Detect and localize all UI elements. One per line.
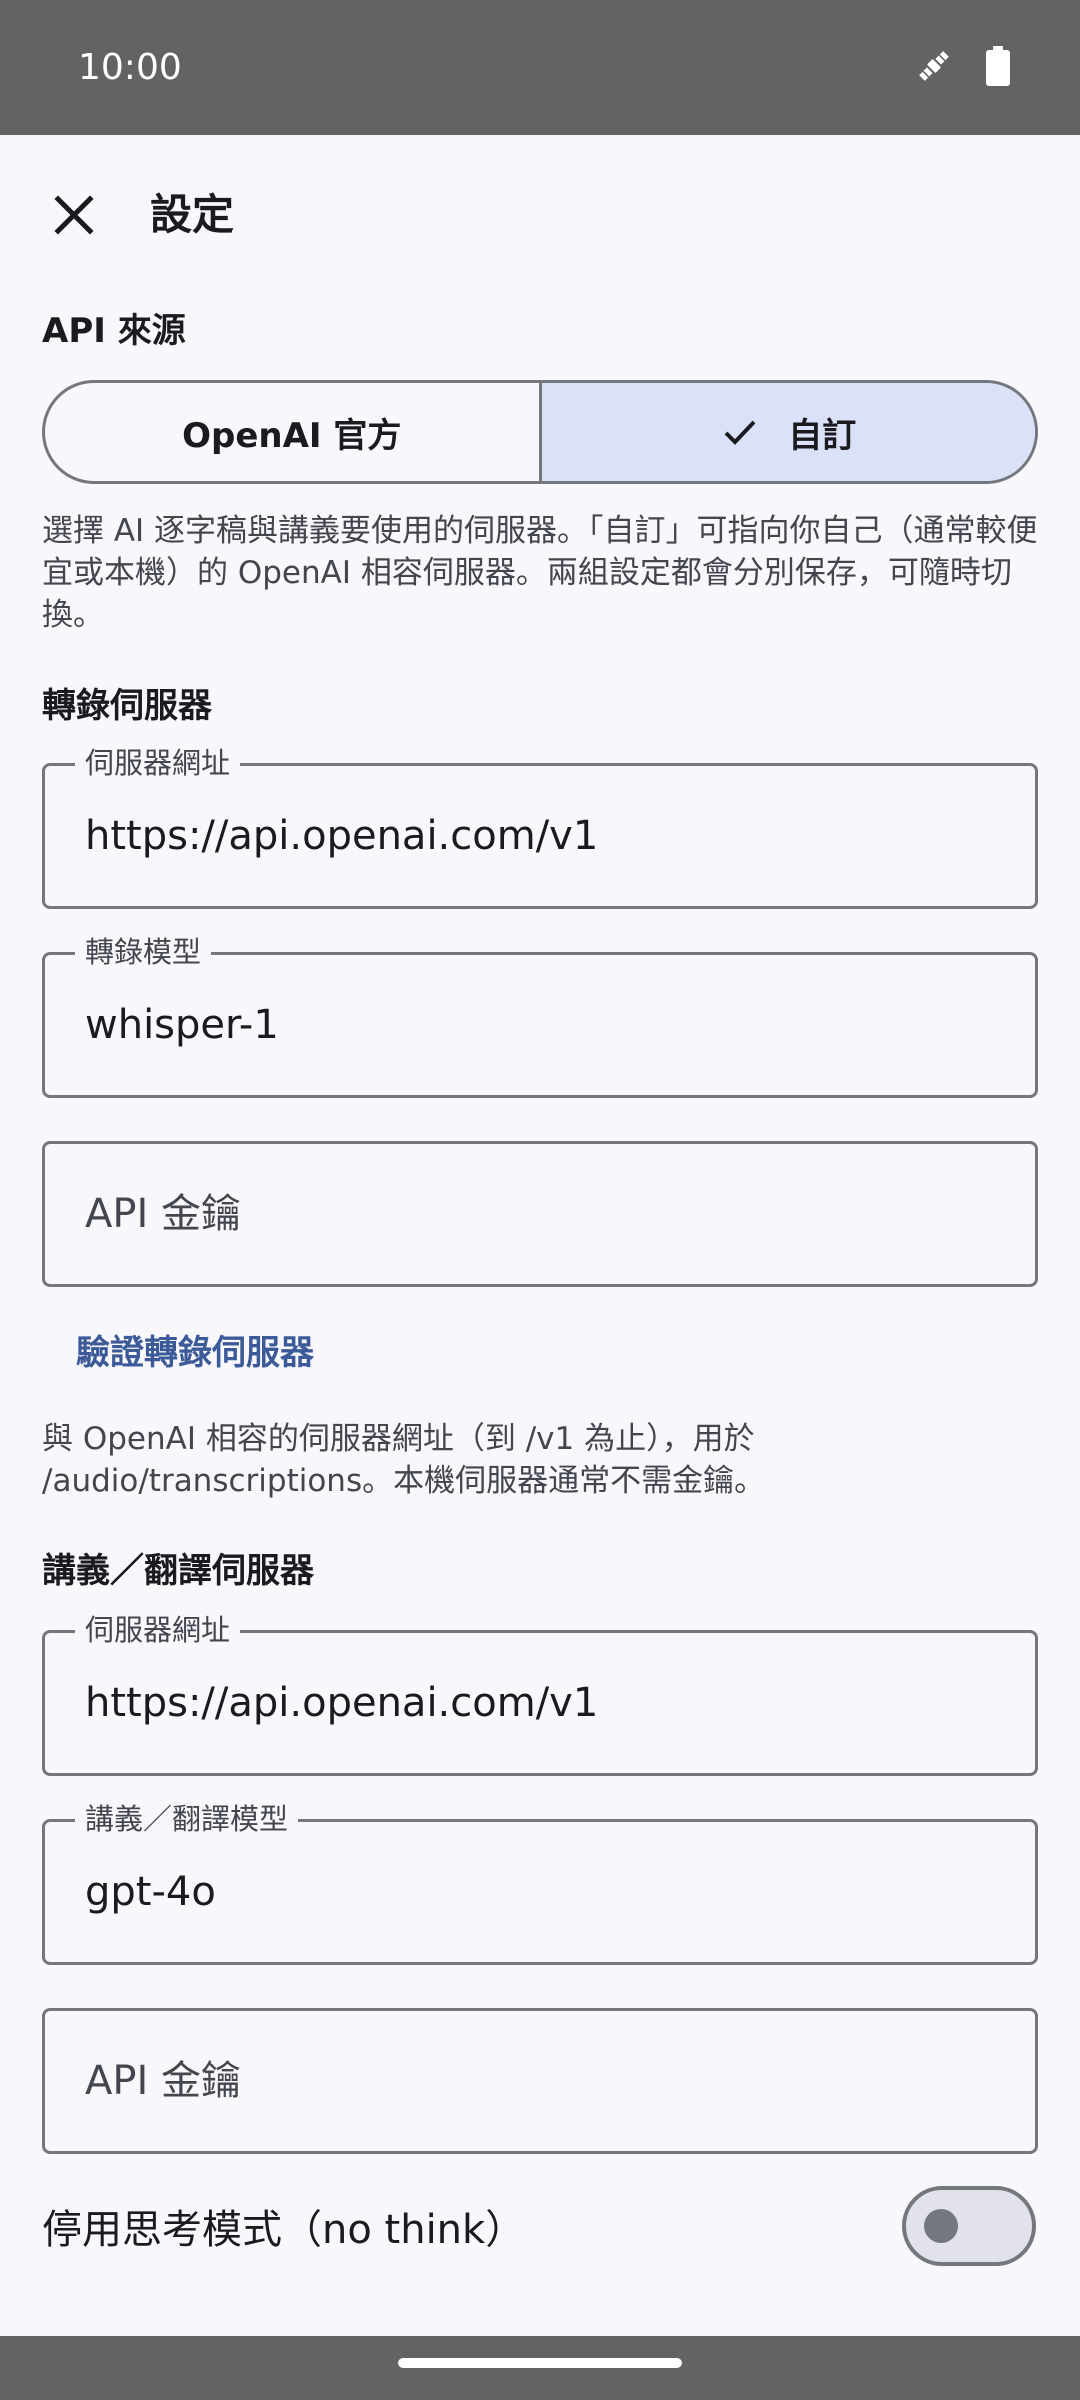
notes-server-url-value: https://api.openai.com/v1 <box>85 1680 599 1726</box>
api-source-custom-button[interactable]: 自訂 <box>538 383 1035 481</box>
status-bar: 10:00 <box>0 0 1080 135</box>
transcription-section-label: 轉錄伺服器 <box>42 686 212 726</box>
close-icon[interactable] <box>44 185 104 245</box>
status-time: 10:00 <box>78 47 182 88</box>
notes-api-key-field[interactable]: API 金鑰 <box>42 2008 1038 2154</box>
no-think-label: 停用思考模式（no think） <box>42 2207 526 2253</box>
gesture-handle[interactable] <box>398 2358 682 2368</box>
notes-section-label: 講義／翻譯伺服器 <box>42 1551 314 1591</box>
transcription-server-url-value: https://api.openai.com/v1 <box>85 813 599 859</box>
check-icon <box>724 420 756 445</box>
transcription-api-key-field[interactable]: API 金鑰 <box>42 1141 1038 1287</box>
transcription-help: 與 OpenAI 相容的伺服器網址（到 /v1 為止），用於 /audio/tr… <box>42 1421 766 1499</box>
transcription-model-value: whisper-1 <box>85 1002 279 1048</box>
verify-transcription-server-button[interactable]: 驗證轉錄伺服器 <box>76 1330 314 1376</box>
status-icons <box>914 46 1010 86</box>
satellite-icon <box>919 51 949 81</box>
api-source-selector: OpenAI 官方 自訂 <box>42 380 1038 484</box>
page-title: 設定 <box>150 190 235 239</box>
notes-api-key-placeholder: API 金鑰 <box>85 2058 241 2104</box>
notes-model-field[interactable]: 講義／翻譯模型 gpt-4o <box>42 1798 1038 1965</box>
navigation-bar <box>0 2336 1080 2400</box>
api-source-custom-label: 自訂 <box>788 415 857 456</box>
api-source-help: 選擇 AI 逐字稿與講義要使用的伺服器。「自訂」可指向你自己（通常較便宜或本機）… <box>42 513 1038 633</box>
api-source-official-label: OpenAI 官方 <box>182 415 402 456</box>
no-think-switch-thumb <box>924 2209 958 2243</box>
notes-server-url-field[interactable]: 伺服器網址 https://api.openai.com/v1 <box>42 1609 1038 1776</box>
transcription-api-key-placeholder: API 金鑰 <box>85 1191 241 1237</box>
transcription-server-url-field[interactable]: 伺服器網址 https://api.openai.com/v1 <box>42 742 1038 909</box>
no-think-switch[interactable] <box>902 2186 1036 2266</box>
api-source-label: API 來源 <box>42 311 186 351</box>
notes-model-value: gpt-4o <box>85 1869 216 1915</box>
api-source-official-button[interactable]: OpenAI 官方 <box>45 383 539 481</box>
transcription-model-field[interactable]: 轉錄模型 whisper-1 <box>42 931 1038 1098</box>
top-app-bar: 設定 <box>0 135 1080 285</box>
battery-icon <box>986 46 1010 86</box>
